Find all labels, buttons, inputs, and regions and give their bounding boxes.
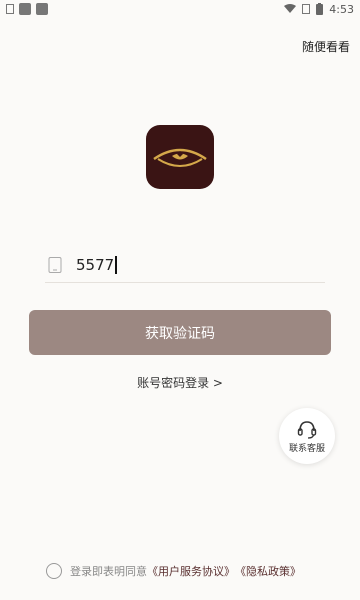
headset-icon [297,420,317,439]
wifi-icon [284,4,297,13]
get-code-button[interactable]: 获取验证码 [29,310,331,355]
battery-icon [316,3,324,15]
status-bar: 4:53 [0,0,360,18]
app-icon [19,3,31,15]
agreement-prefix: 登录即表明同意 [70,565,147,578]
phone-field[interactable]: 5577 [45,248,325,283]
phone-icon [48,257,62,273]
text-cursor [115,256,117,274]
customer-service-button[interactable]: 联系客服 [279,408,335,464]
eye-logo-icon [153,148,207,167]
privacy-policy-link[interactable]: 《隐私政策》 [235,563,301,579]
password-login-link[interactable]: 账号密码登录 > [0,374,360,391]
agreement-checkbox[interactable] [46,563,62,579]
agreement-row: 登录即表明同意 《用户服务协议》 《隐私政策》 [46,562,301,580]
user-agreement-link[interactable]: 《用户服务协议》 [147,563,235,579]
phone-input-value: 5577 [76,256,115,274]
phone-input[interactable]: 5577 [76,256,117,274]
app-logo [146,125,214,189]
no-sim-icon [302,4,311,14]
sim-icon [6,4,14,14]
browse-skip-link[interactable]: 随便看看 [302,38,350,55]
app-icon [36,3,48,15]
customer-service-label: 联系客服 [288,443,325,454]
status-time: 4:53 [329,2,354,16]
